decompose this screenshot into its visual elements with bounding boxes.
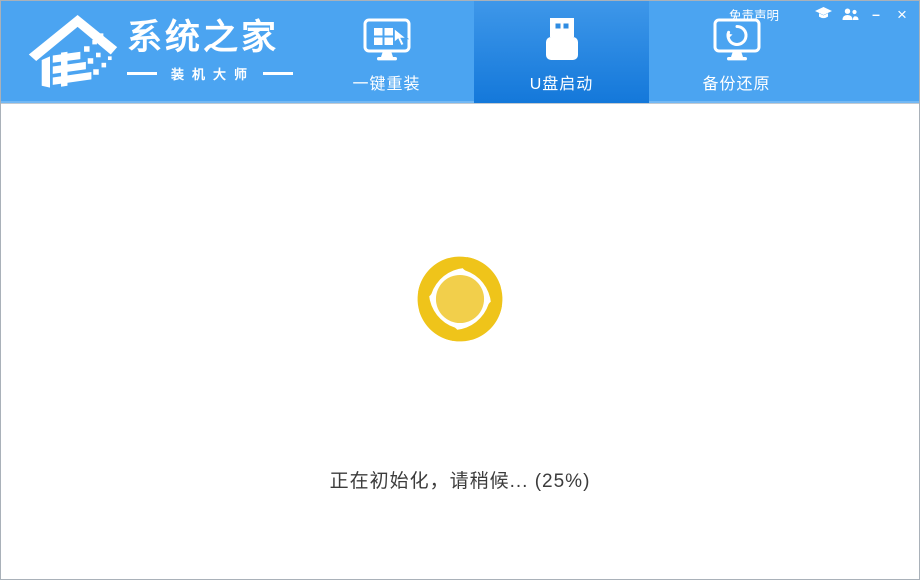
monitor-windows-icon <box>363 18 411 62</box>
subtitle-dash-left <box>127 72 157 75</box>
init-status-text: 正在初始化，请稍候... (25%) <box>1 466 919 493</box>
user-group-icon[interactable] <box>842 8 859 21</box>
brand-subtitle: 装机大师 <box>171 64 255 83</box>
tab-usb-boot[interactable]: U盘启动 <box>474 1 649 103</box>
usb-drive-icon <box>540 16 584 62</box>
logo-text-block: 系统之家 装机大师 <box>127 16 293 83</box>
app-logo: 系统之家 装机大师 <box>27 7 293 91</box>
app-window: 系统之家 装机大师 <box>0 0 920 580</box>
subtitle-dash-right <box>263 72 293 75</box>
disclaimer-link[interactable]: 免责声明 <box>729 5 779 24</box>
close-button[interactable]: × <box>893 5 911 23</box>
tab-one-key-reinstall[interactable]: 一键重装 <box>299 1 474 103</box>
header-bar: 系统之家 装机大师 <box>1 1 919 103</box>
brand-title: 系统之家 <box>127 16 293 60</box>
house-logo-icon <box>27 7 119 91</box>
tab-label: 一键重装 <box>352 70 420 94</box>
minimize-button[interactable]: – <box>867 5 885 23</box>
loading-spinner-icon <box>413 252 507 346</box>
content-area: 正在初始化，请稍候... (25%) <box>1 103 919 579</box>
tab-label: 备份还原 <box>702 70 770 94</box>
support-cap-icon[interactable] <box>815 7 832 21</box>
monitor-restore-icon <box>713 18 761 62</box>
tab-label: U盘启动 <box>530 70 594 94</box>
titlebar-actions: 免责声明 – × <box>729 5 911 23</box>
brand-subtitle-row: 装机大师 <box>127 64 293 83</box>
